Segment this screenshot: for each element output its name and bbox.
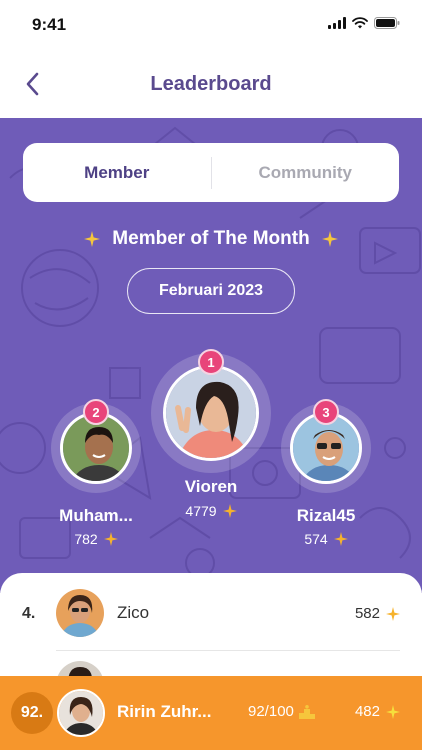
tab-community[interactable]: Community bbox=[212, 163, 400, 183]
member-of-month-title: Member of The Month bbox=[112, 228, 310, 249]
podium-icon bbox=[298, 704, 315, 719]
my-name: Ririn Zuhr... bbox=[117, 702, 212, 721]
sparkle-icon bbox=[321, 231, 338, 247]
segment-tabs: Member Community bbox=[23, 143, 399, 202]
list-item[interactable]: 4. Zico 582 bbox=[0, 587, 422, 639]
person-photo bbox=[166, 368, 256, 458]
podium-name: Muham... bbox=[59, 506, 133, 525]
my-progress: 92/100 bbox=[248, 703, 315, 720]
row-name: Zico bbox=[117, 603, 150, 622]
podium-first[interactable]: 1 Vioren 4779 bbox=[151, 349, 271, 523]
header: Leaderboard bbox=[0, 50, 422, 118]
rank-badge: 1 bbox=[198, 349, 224, 375]
signal-icon bbox=[328, 17, 346, 29]
podium-third[interactable]: 3 Rizal45 574 bbox=[276, 399, 376, 553]
row-rank: 4. bbox=[22, 605, 36, 622]
rank-badge: 2 bbox=[83, 399, 109, 425]
member-of-month-heading: Member of The Month bbox=[0, 228, 422, 250]
podium-name: Vioren bbox=[184, 477, 238, 496]
points-value: 782 bbox=[74, 531, 98, 547]
person-photo bbox=[293, 415, 359, 481]
sparkle-icon bbox=[84, 231, 101, 247]
podium-points: 574 bbox=[276, 531, 376, 547]
person-photo bbox=[63, 415, 129, 481]
points-value: 482 bbox=[354, 703, 380, 720]
leaderboard-list: 4. Zico 582 bbox=[0, 573, 422, 709]
month-selector[interactable]: Februari 2023 bbox=[127, 268, 295, 314]
battery-icon bbox=[374, 17, 400, 29]
star-icon bbox=[222, 504, 237, 518]
person-photo bbox=[59, 691, 103, 735]
points-value: 4779 bbox=[185, 503, 217, 519]
tab-member[interactable]: Member bbox=[23, 163, 211, 183]
hero-section: Member Community Member of The Month Feb… bbox=[0, 118, 422, 593]
podium-points: 782 bbox=[46, 531, 146, 547]
star-icon bbox=[386, 606, 400, 621]
points-value: 574 bbox=[304, 531, 328, 547]
podium-second[interactable]: 2 Muham... 782 bbox=[46, 399, 146, 553]
progress-value: 92/100 bbox=[248, 703, 294, 720]
avatar bbox=[56, 589, 104, 637]
avatar bbox=[163, 365, 259, 461]
my-points: 482 bbox=[355, 703, 400, 720]
podium-name: Rizal45 bbox=[296, 506, 356, 525]
star-icon bbox=[386, 704, 400, 719]
status-bar: 9:41 bbox=[0, 0, 422, 50]
divider bbox=[56, 650, 400, 651]
status-icons bbox=[328, 17, 400, 29]
wifi-icon bbox=[352, 17, 368, 29]
my-rank: 92. bbox=[11, 692, 53, 734]
row-points: 582 bbox=[355, 605, 400, 622]
status-time: 9:41 bbox=[32, 15, 67, 34]
rank-badge: 3 bbox=[313, 399, 339, 425]
star-icon bbox=[333, 532, 348, 546]
person-photo bbox=[56, 589, 104, 637]
current-user-bar[interactable]: 92. Ririn Zuhr... 92/100 482 bbox=[0, 676, 422, 750]
star-icon bbox=[103, 532, 118, 546]
points-value: 582 bbox=[354, 605, 380, 622]
avatar bbox=[57, 689, 105, 737]
podium-points: 4779 bbox=[151, 503, 271, 519]
page-title: Leaderboard bbox=[150, 73, 272, 95]
